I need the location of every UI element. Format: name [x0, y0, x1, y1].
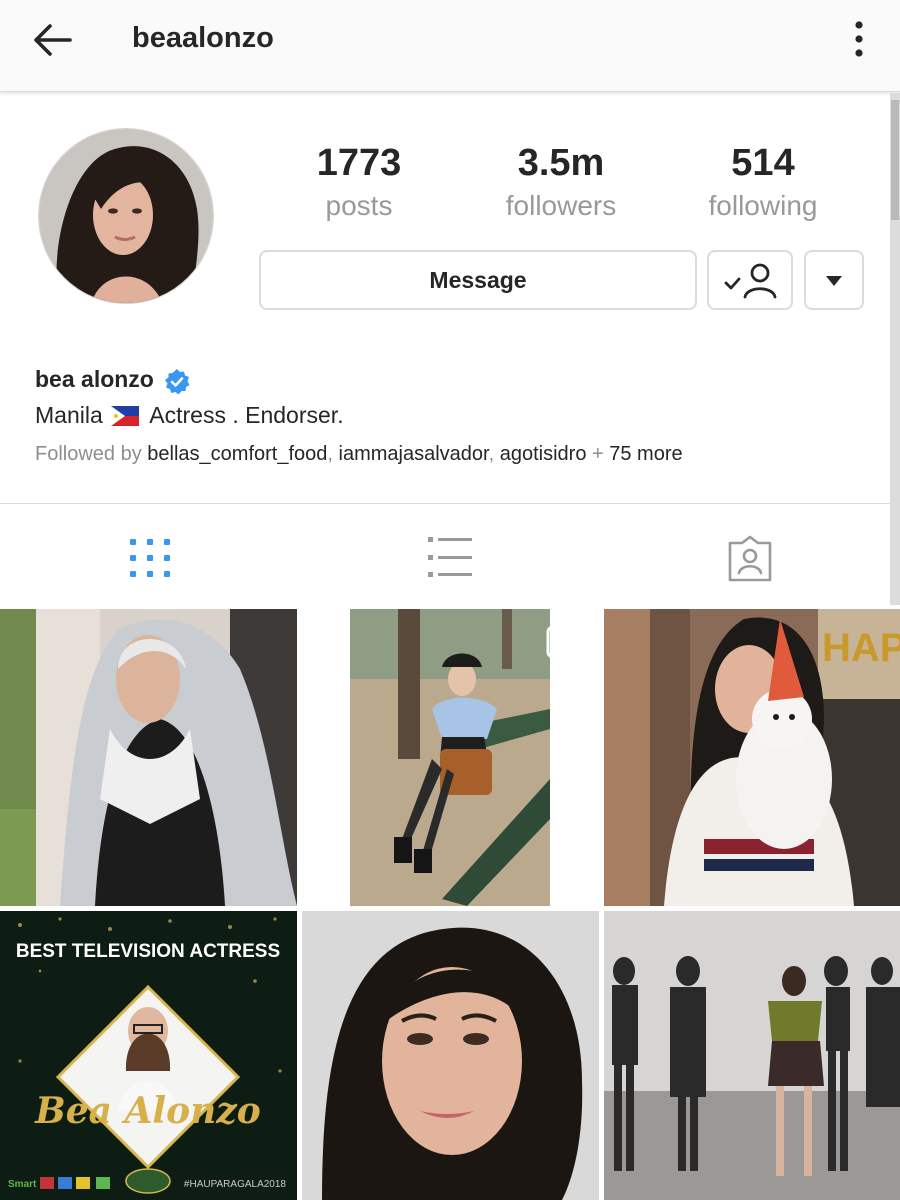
post-thumbnail[interactable] [302, 609, 599, 906]
more-followers-link[interactable]: 75 more [609, 443, 682, 465]
philippines-flag-icon [111, 405, 140, 426]
tab-list[interactable] [420, 525, 480, 589]
verified-badge-icon [163, 368, 191, 396]
post-thumbnail[interactable] [0, 609, 297, 906]
sponsor-logo: Smart [8, 1179, 37, 1190]
more-options-icon[interactable] [840, 16, 880, 64]
followers-count: 3.5m [517, 142, 605, 184]
bio-role: Actress . Endorser. [149, 402, 344, 428]
list-icon [428, 537, 472, 577]
following-status-button[interactable] [707, 250, 793, 310]
separator: , [488, 443, 500, 465]
event-hashtag: #HAUPARAGALA2018 [184, 1179, 287, 1190]
tagged-person-icon [728, 535, 772, 582]
post-thumbnail[interactable]: HAP [604, 609, 900, 906]
tab-grid[interactable] [120, 525, 180, 589]
post-thumbnail[interactable]: BEST TELEVISION ACTRESS Bea Alonzo Smart… [0, 911, 297, 1200]
caret-down-icon [826, 276, 842, 286]
profile-avatar[interactable] [38, 128, 214, 304]
app-header: beaalonzo [0, 0, 900, 92]
message-button[interactable]: Message [259, 250, 697, 310]
tab-tagged[interactable] [720, 525, 780, 589]
followers-label: followers [505, 190, 617, 221]
bio-description: Manila Actress . Endorser. [35, 402, 344, 429]
stat-posts[interactable]: 1773 posts [269, 140, 449, 226]
suggestions-dropdown-button[interactable] [804, 250, 864, 310]
back-arrow-icon[interactable] [28, 18, 80, 62]
stat-following[interactable]: 514 following [673, 140, 853, 226]
posts-label: posts [325, 190, 393, 221]
following-label: following [708, 190, 818, 221]
bio-location: Manila [35, 402, 103, 428]
grid-icon [130, 539, 170, 577]
mutual-follower-link[interactable]: bellas_comfort_food [147, 443, 327, 465]
separator: , [327, 443, 339, 465]
award-title: BEST TELEVISION ACTRESS [16, 941, 280, 962]
message-button-label: Message [429, 267, 527, 293]
post-thumbnail[interactable] [302, 911, 599, 1200]
user-check-icon [724, 263, 777, 299]
posts-count: 1773 [316, 142, 402, 184]
scrollbar-thumb[interactable] [891, 100, 899, 220]
mutual-followers[interactable]: Followed by bellas_comfort_food, iammaja… [35, 443, 683, 466]
party-banner-text: HAP [822, 626, 900, 670]
mutual-follower-link[interactable]: agotisidro [500, 443, 587, 465]
following-count: 514 [731, 142, 795, 184]
bio-name-row: bea alonzo [35, 366, 190, 398]
post-thumbnail[interactable] [604, 911, 900, 1200]
profile-username: beaalonzo [132, 22, 274, 54]
followed-by-prefix: Followed by [35, 443, 142, 465]
plus-separator: + [586, 443, 610, 465]
award-script-name: Bea Alonzo [34, 1090, 260, 1132]
display-name: bea alonzo [35, 366, 154, 392]
mutual-follower-link[interactable]: iammajasalvador [339, 443, 489, 465]
stat-followers[interactable]: 3.5m followers [471, 140, 651, 226]
tabs-divider [0, 503, 890, 504]
